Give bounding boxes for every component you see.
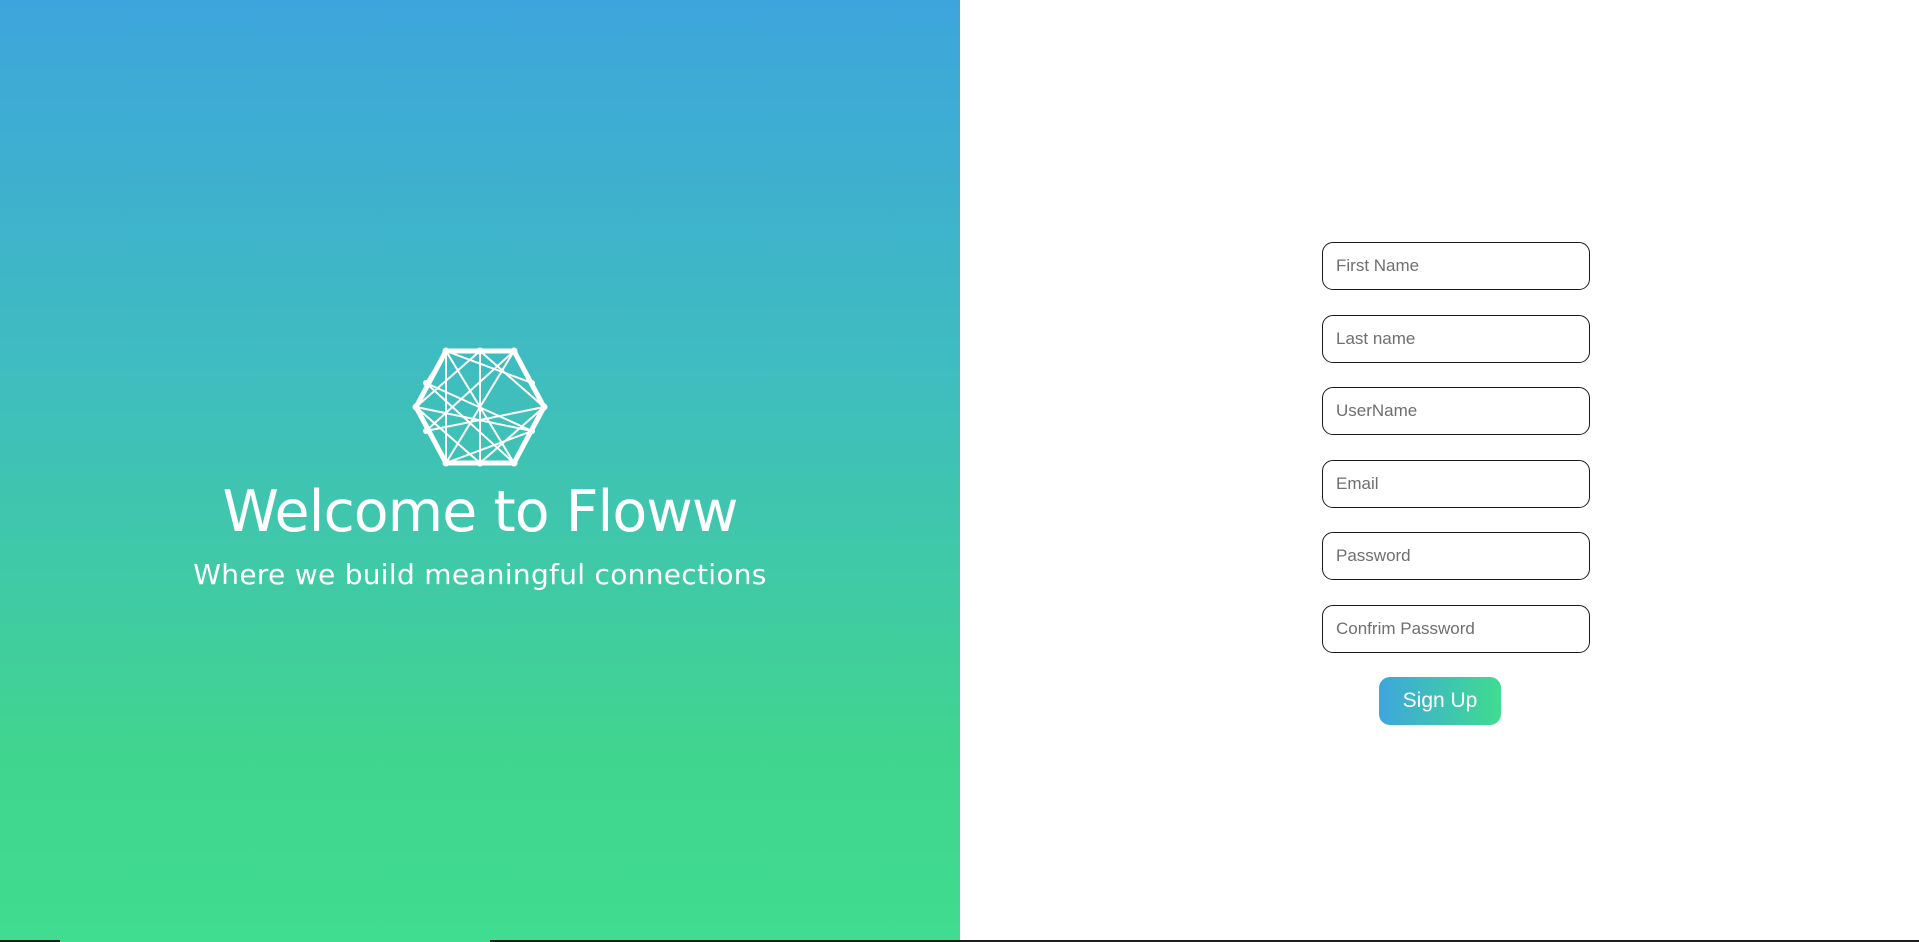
signup-page: Welcome to Floww Where we build meaningf… [0, 0, 1919, 942]
confirm-password-input[interactable] [1322, 604, 1590, 653]
signup-form [1322, 242, 1590, 677]
password-input[interactable] [1322, 532, 1590, 580]
hexagon-network-icon [412, 347, 548, 467]
email-input[interactable] [1322, 459, 1590, 508]
username-input[interactable] [1322, 387, 1590, 435]
first-name-input[interactable] [1322, 242, 1590, 290]
welcome-panel: Welcome to Floww Where we build meaningf… [0, 0, 960, 942]
sign-up-button[interactable]: Sign Up [1379, 677, 1501, 725]
welcome-tagline: Where we build meaningful connections [193, 558, 767, 591]
submit-row: Sign Up [1379, 677, 1501, 725]
last-name-input[interactable] [1322, 314, 1590, 363]
welcome-title: Welcome to Floww [222, 479, 739, 545]
